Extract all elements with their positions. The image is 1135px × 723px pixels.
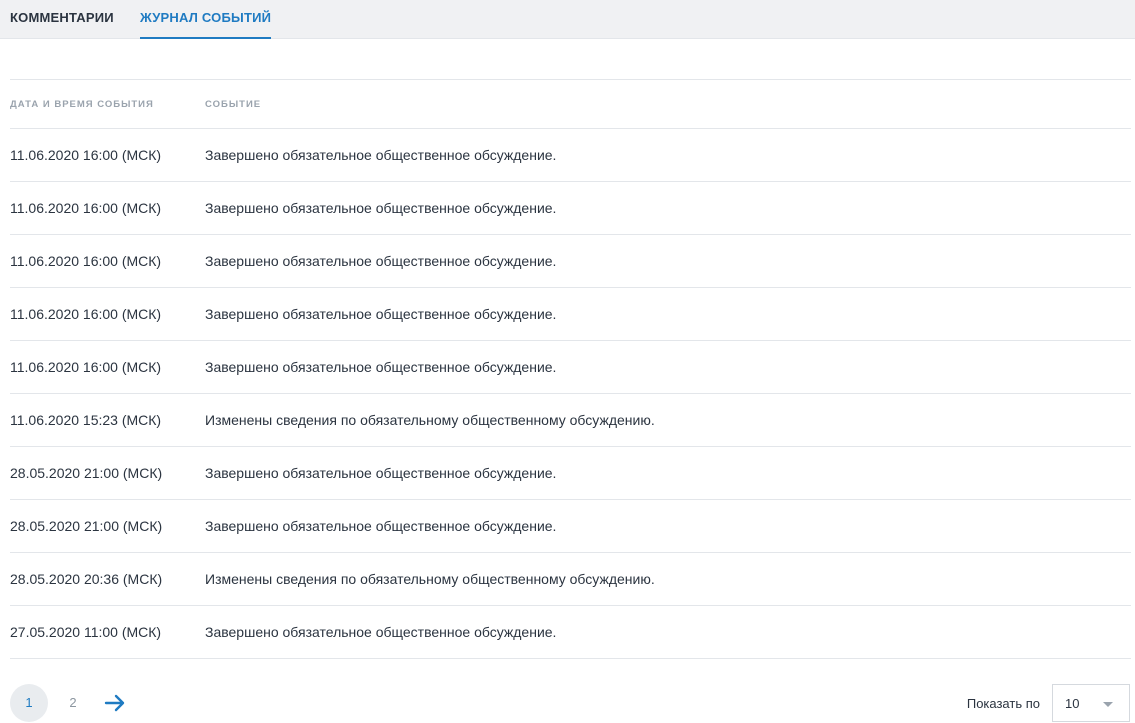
table-row: 11.06.2020 16:00 (МСК) Завершено обязате… bbox=[10, 288, 1131, 341]
row-date: 27.05.2020 11:00 (МСК) bbox=[10, 624, 162, 640]
row-event: Завершено обязательное общественное обсу… bbox=[205, 306, 557, 322]
row-date: 11.06.2020 16:00 (МСК) bbox=[10, 253, 162, 269]
table-row: 11.06.2020 16:00 (МСК) Завершено обязате… bbox=[10, 182, 1131, 235]
table-row: 11.06.2020 16:00 (МСК) Завершено обязате… bbox=[10, 235, 1131, 288]
table-row: 28.05.2020 21:00 (МСК) Завершено обязате… bbox=[10, 500, 1131, 553]
row-event: Завершено обязательное общественное обсу… bbox=[205, 624, 557, 640]
row-date: 11.06.2020 16:00 (МСК) bbox=[10, 306, 162, 322]
row-date: 11.06.2020 15:23 (МСК) bbox=[10, 412, 162, 428]
page-size-label: Показать по bbox=[966, 696, 1040, 711]
table-row: 11.06.2020 15:23 (МСК) Изменены сведения… bbox=[10, 394, 1131, 447]
row-date: 11.06.2020 16:00 (МСК) bbox=[10, 200, 162, 216]
column-header-date: ДАТА И ВРЕМЯ СОБЫТИЯ bbox=[10, 99, 154, 110]
row-date: 28.05.2020 21:00 (МСК) bbox=[10, 518, 163, 534]
table-row: 11.06.2020 16:00 (МСК) Завершено обязате… bbox=[10, 341, 1131, 394]
column-header-event: СОБЫТИЕ bbox=[205, 99, 262, 110]
table-row: 28.05.2020 21:00 (МСК) Завершено обязате… bbox=[10, 447, 1131, 500]
table-header: ДАТА И ВРЕМЯ СОБЫТИЯ СОБЫТИЕ bbox=[10, 80, 1131, 129]
tabs-bar: КОММЕНТАРИИ ЖУРНАЛ СОБЫТИЙ bbox=[0, 0, 1135, 39]
row-event: Завершено обязательное общественное обсу… bbox=[205, 200, 557, 216]
row-event: Изменены сведения по обязательному общес… bbox=[205, 571, 655, 587]
table-row: 28.05.2020 20:36 (МСК) Изменены сведения… bbox=[10, 553, 1131, 606]
row-event: Завершено обязательное общественное обсу… bbox=[205, 518, 557, 534]
row-event: Завершено обязательное общественное обсу… bbox=[205, 465, 557, 481]
row-date: 11.06.2020 16:00 (МСК) bbox=[10, 147, 162, 163]
row-event: Завершено обязательное общественное обсу… bbox=[205, 359, 557, 375]
row-event: Изменены сведения по обязательному общес… bbox=[205, 412, 655, 428]
row-event: Завершено обязательное общественное обсу… bbox=[205, 253, 557, 269]
chevron-down-icon bbox=[1103, 702, 1113, 707]
page-size-value: 10 bbox=[1065, 696, 1080, 711]
row-event: Завершено обязательное общественное обсу… bbox=[205, 147, 557, 163]
table-row: 11.06.2020 16:00 (МСК) Завершено обязате… bbox=[10, 129, 1131, 182]
tab-comments[interactable]: КОММЕНТАРИИ bbox=[10, 0, 114, 38]
arrow-right-icon[interactable] bbox=[104, 693, 126, 713]
row-date: 28.05.2020 20:36 (МСК) bbox=[10, 571, 163, 587]
event-table-body: 11.06.2020 16:00 (МСК) Завершено обязате… bbox=[10, 129, 1131, 659]
tab-event-log[interactable]: ЖУРНАЛ СОБЫТИЙ bbox=[140, 0, 272, 39]
page-button-1[interactable]: 1 bbox=[10, 684, 48, 722]
table-row: 27.05.2020 11:00 (МСК) Завершено обязате… bbox=[10, 606, 1131, 659]
page-size-select[interactable]: 10 bbox=[1052, 684, 1130, 722]
row-date: 28.05.2020 21:00 (МСК) bbox=[10, 465, 163, 481]
page-size-control: Показать по 10 bbox=[950, 684, 1130, 722]
row-date: 11.06.2020 16:00 (МСК) bbox=[10, 359, 162, 375]
page-button-2[interactable]: 2 bbox=[54, 684, 92, 722]
